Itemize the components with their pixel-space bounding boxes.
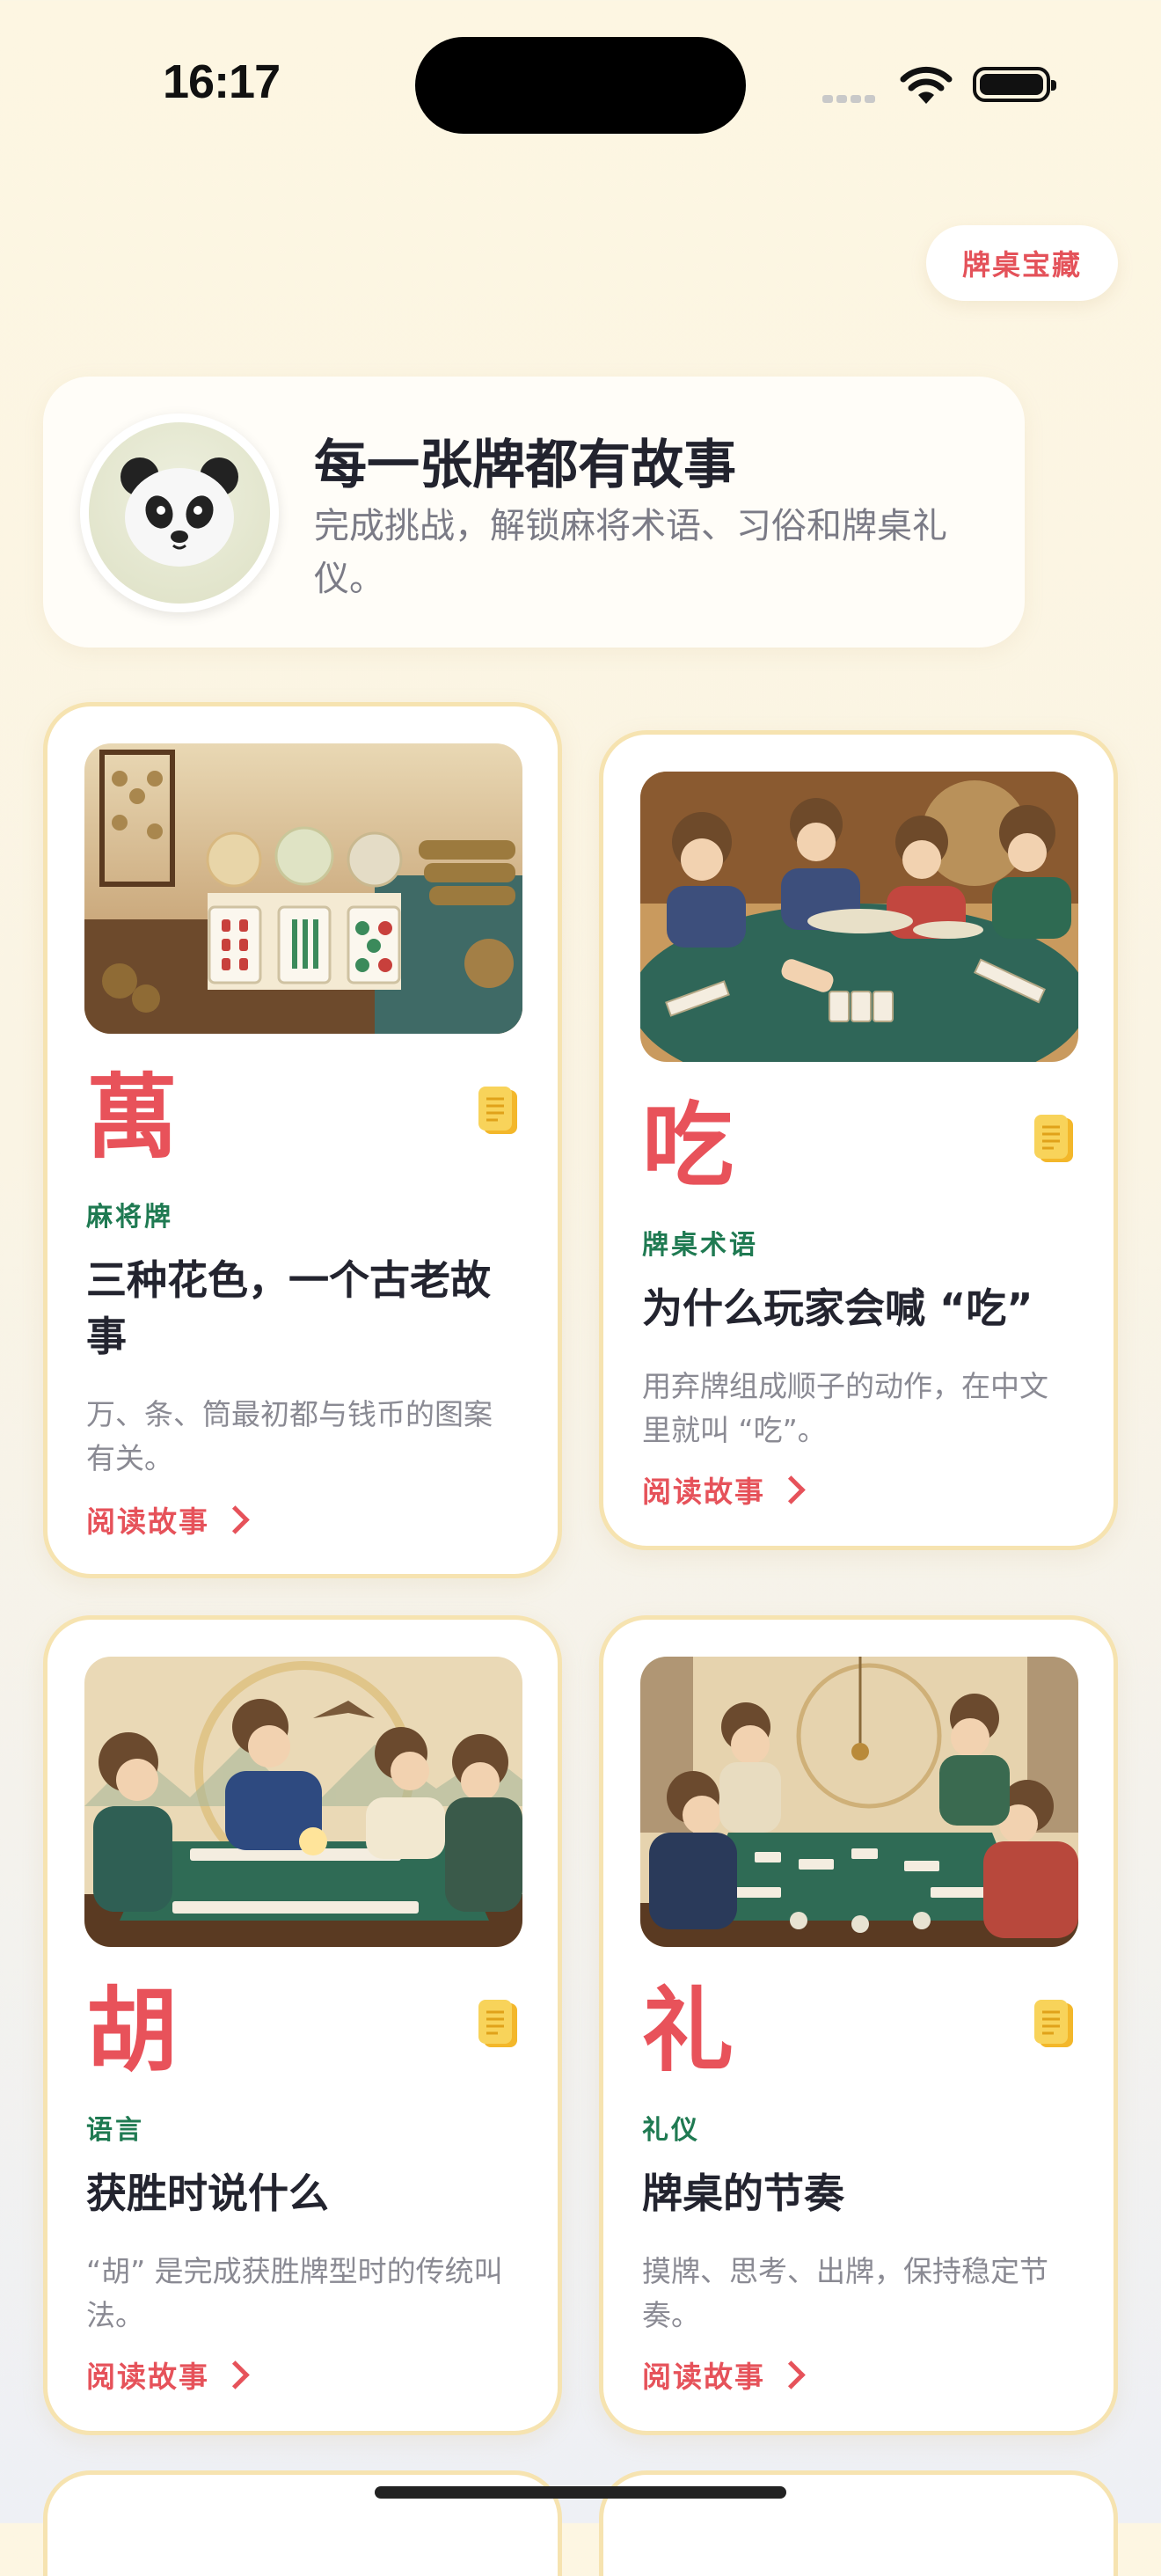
read-story-label: 阅读故事 (642, 1475, 765, 1509)
card-category: 语言 (86, 2115, 144, 2146)
panda-avatar (80, 413, 279, 612)
story-document-icon (1034, 2000, 1073, 2047)
hero-subtitle: 完成挑战，解锁麻将术语、习俗和牌桌礼仪。 (314, 506, 947, 599)
read-story-label: 阅读故事 (86, 2360, 209, 2394)
hero-card: 每一张牌都有故事 完成挑战，解锁麻将术语、习俗和牌桌礼仪。 (43, 377, 1025, 648)
story-image-table-rhythm (640, 1657, 1078, 1947)
story-card-li[interactable]: 礼 礼仪 牌桌的节奏 摸牌、思考、出牌，保持稳定节奏。 阅读故事 (599, 1615, 1118, 2435)
story-document-icon (478, 2000, 517, 2047)
read-story-link[interactable]: 阅读故事 (86, 1498, 250, 1540)
dynamic-island (415, 37, 746, 134)
story-image-players-table (640, 772, 1078, 1062)
status-time: 16:17 (163, 55, 281, 108)
story-document-icon (478, 1087, 517, 1134)
status-bar: 16:17 (0, 0, 1161, 167)
card-description: 用弃牌组成顺子的动作，在中文里就叫 “吃”。 (642, 1369, 1048, 1447)
card-category: 麻将牌 (86, 1202, 173, 1233)
card-title: 为什么玩家会喊 “吃” (642, 1284, 1033, 1332)
card-glyph: 礼 (642, 1976, 734, 2084)
wifi-icon (900, 66, 953, 104)
read-story-label: 阅读故事 (86, 1504, 209, 1539)
card-category: 牌桌术语 (642, 1230, 758, 1261)
story-card-hu[interactable]: 胡 语言 获胜时说什么 “胡” 是完成获胜牌型时的传统叫法。 阅读故事 (43, 1615, 562, 2435)
read-story-link[interactable]: 阅读故事 (86, 2353, 250, 2396)
story-document-icon (1034, 1115, 1073, 1162)
card-title: 获胜时说什么 (86, 2170, 329, 2217)
chevron-right-icon (221, 2360, 250, 2389)
home-indicator[interactable] (375, 2486, 786, 2499)
card-title: 牌桌的节奏 (642, 2170, 844, 2217)
story-card-wan[interactable]: 萬 麻将牌 三种花色，一个古老故事 万、条、筒最初都与钱币的图案有关。 阅读故事 (43, 702, 562, 1578)
card-glyph: 吃 (642, 1091, 734, 1199)
card-description: “胡” 是完成获胜牌型时的传统叫法。 (86, 2254, 503, 2332)
card-description: 万、条、筒最初都与钱币的图案有关。 (86, 1397, 493, 1475)
cellular-signal-icon (822, 90, 879, 106)
table-treasure-button[interactable]: 牌桌宝藏 (926, 225, 1118, 301)
card-glyph: 胡 (86, 1976, 179, 2084)
chevron-right-icon (777, 2360, 806, 2389)
story-card-chi[interactable]: 吃 牌桌术语 为什么玩家会喊 “吃” 用弃牌组成顺子的动作，在中文里就叫 “吃”… (599, 730, 1118, 1550)
chevron-right-icon (777, 1475, 806, 1504)
card-title: 三种花色，一个古老故事 (86, 1256, 491, 1360)
read-story-link[interactable]: 阅读故事 (642, 1468, 806, 1511)
card-glyph: 萬 (86, 1063, 179, 1171)
chevron-right-icon (221, 1504, 250, 1534)
read-story-link[interactable]: 阅读故事 (642, 2353, 806, 2396)
card-description: 摸牌、思考、出牌，保持稳定节奏。 (642, 2254, 1048, 2332)
story-image-winning-hand (84, 1657, 522, 1947)
story-image-coins-tiles (84, 743, 522, 1034)
card-category: 礼仪 (642, 2115, 700, 2146)
battery-icon (973, 67, 1056, 102)
hero-title: 每一张牌都有故事 (314, 435, 736, 496)
panda-icon (120, 457, 238, 567)
read-story-label: 阅读故事 (642, 2360, 765, 2394)
